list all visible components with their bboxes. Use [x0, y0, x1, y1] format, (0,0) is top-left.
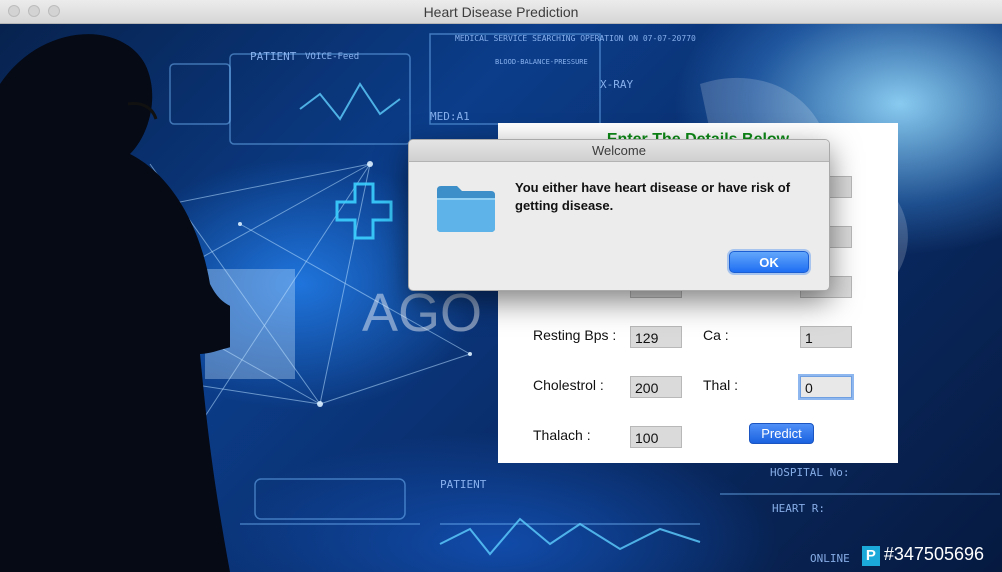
- thalach-input[interactable]: 100: [630, 426, 682, 448]
- folder-icon: [437, 186, 495, 232]
- thalach-label: Thalach :: [533, 427, 591, 443]
- online-label: ONLINE: [810, 552, 850, 565]
- patient-bottom-label: PATIENT: [440, 478, 487, 491]
- thal-input[interactable]: 0: [800, 376, 852, 398]
- window-title: Heart Disease Prediction: [423, 4, 579, 20]
- app-window: Heart Disease Prediction PATIENT VOICE-F…: [0, 0, 1002, 572]
- title-bar: Heart Disease Prediction: [0, 0, 1002, 24]
- stock-watermark: P #347505696: [861, 544, 984, 566]
- voice-feed-label: VOICE-Feed: [305, 52, 360, 62]
- welcome-dialog: Welcome You either have heart disease or…: [408, 139, 830, 291]
- thal-label: Thal :: [703, 377, 739, 393]
- predict-button[interactable]: Predict: [749, 423, 814, 444]
- resting-bps-label: Resting Bps :: [533, 327, 617, 343]
- heart-r-label: HEART R:: [772, 502, 825, 515]
- blood-pressure-label: BLOOD-BALANCE-PRESSURE: [495, 58, 588, 66]
- stock-logo-icon: P: [861, 546, 880, 566]
- cholestrol-label: Cholestrol :: [533, 377, 604, 393]
- xray-label: X-RAY: [600, 78, 634, 91]
- dialog-title: Welcome: [409, 140, 829, 162]
- resting-bps-input[interactable]: 129: [630, 326, 682, 348]
- ok-button[interactable]: OK: [729, 251, 809, 273]
- medical-service-label: MEDICAL SERVICE SEARCHING OPERATION ON 0…: [455, 34, 696, 43]
- patient-label: PATIENT: [250, 50, 297, 63]
- cholestrol-input[interactable]: 200: [630, 376, 682, 398]
- person-silhouette: [0, 34, 230, 572]
- ca-label: Ca :: [703, 327, 729, 343]
- med-label: MED:A1: [430, 110, 470, 123]
- ca-input[interactable]: 1: [800, 326, 852, 348]
- dialog-message: You either have heart disease or have ri…: [515, 180, 791, 213]
- hospital-label: HOSPITAL No:: [770, 466, 850, 479]
- agency-watermark: AGO: [362, 283, 483, 343]
- stock-id: #347505696: [883, 544, 984, 564]
